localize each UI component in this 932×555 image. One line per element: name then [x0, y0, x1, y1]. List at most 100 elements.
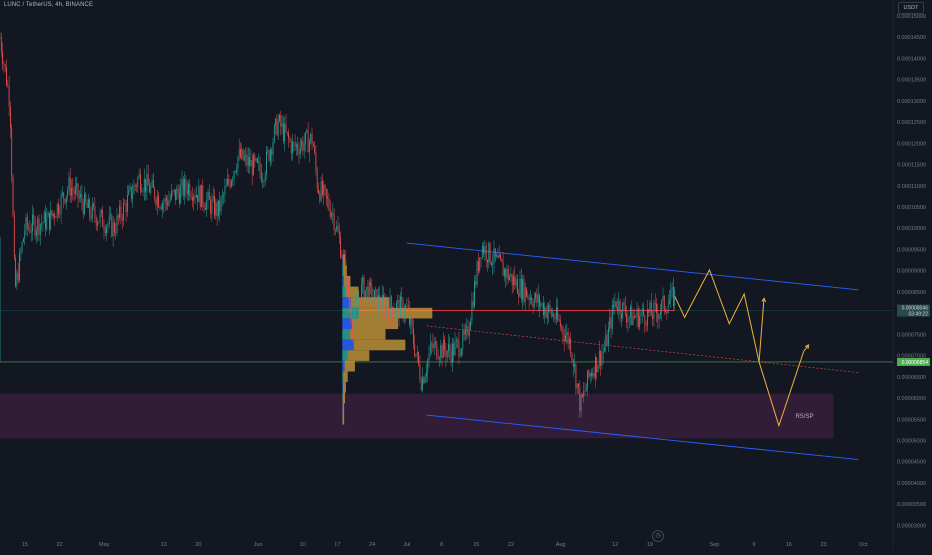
candle	[352, 322, 353, 333]
candle	[19, 253, 20, 280]
time-tick-label: 12	[612, 542, 618, 548]
candle	[10, 106, 11, 128]
candle	[365, 290, 366, 299]
candle	[409, 309, 410, 324]
candle	[189, 184, 190, 197]
candle	[498, 255, 499, 257]
candle	[312, 134, 313, 144]
candle	[500, 255, 501, 260]
candle	[195, 196, 196, 197]
clock-icon[interactable]: ◷	[652, 530, 664, 542]
price-tick-label: 0.00012000	[897, 141, 926, 147]
candle	[43, 223, 44, 224]
candle	[518, 294, 519, 297]
candle	[330, 209, 331, 217]
candle	[472, 301, 473, 321]
candle	[338, 226, 339, 232]
candle	[583, 391, 584, 397]
candle	[33, 215, 34, 220]
vp-bar-base	[342, 329, 350, 340]
candle	[256, 159, 257, 161]
candle	[56, 217, 57, 218]
candle	[265, 174, 266, 181]
candle	[650, 302, 651, 312]
time-axis[interactable]: 1522May1320Jun101724Jul81522Aug1219Sep91…	[22, 542, 868, 548]
candle	[65, 199, 66, 203]
candles	[0, 31, 675, 417]
candle	[390, 297, 391, 318]
candle	[115, 233, 116, 234]
candle	[58, 204, 59, 214]
candle	[482, 246, 483, 257]
candle	[608, 328, 609, 346]
price-chart[interactable]: RS/SP 0.000150000.000145000.000140000.00…	[0, 0, 932, 550]
candle	[69, 177, 70, 190]
candle	[260, 162, 261, 172]
candle	[596, 357, 597, 372]
candle	[401, 297, 402, 300]
candle	[360, 300, 361, 305]
currency-badge[interactable]: USDT	[898, 2, 924, 14]
candle	[277, 119, 278, 136]
candle	[434, 343, 435, 348]
candle	[672, 287, 673, 289]
candle	[404, 314, 405, 317]
symbol-title[interactable]: LUNC / TetherUS, 4h, BINANCE	[4, 2, 93, 8]
candle	[226, 185, 227, 187]
candle	[57, 204, 58, 218]
candle	[67, 190, 68, 195]
candle	[322, 181, 323, 195]
candle	[225, 187, 226, 195]
candle	[144, 179, 145, 191]
candle	[348, 279, 349, 296]
candle	[657, 313, 658, 320]
vp-bar-base	[342, 350, 347, 361]
candle	[626, 314, 627, 322]
candle	[413, 328, 414, 344]
candle	[537, 293, 538, 303]
candle	[273, 142, 274, 155]
vp-bar	[343, 265, 347, 276]
candle	[499, 255, 500, 258]
candle	[297, 144, 298, 150]
vp-bar	[345, 361, 355, 372]
candle	[661, 301, 662, 312]
candle	[306, 130, 307, 132]
candle	[66, 196, 67, 203]
candle	[188, 184, 189, 195]
candle	[61, 195, 62, 214]
candle	[550, 305, 551, 309]
candle	[119, 206, 120, 217]
vp-bar-base	[342, 308, 358, 319]
price-tick-label: 0.00009500	[897, 247, 926, 253]
candle	[313, 144, 314, 146]
candle	[171, 191, 172, 199]
price-tick-label: 0.00010000	[897, 226, 926, 232]
time-tick-label: 17	[334, 542, 340, 548]
candle	[386, 304, 387, 313]
candle	[618, 301, 619, 311]
candle	[430, 344, 431, 354]
price-tick-label: 0.00005000	[897, 438, 926, 444]
candle	[209, 192, 210, 200]
chart-area[interactable]: RS/SP 0.000150000.000145000.000140000.00…	[0, 0, 932, 550]
candle	[582, 394, 583, 396]
candle	[54, 214, 55, 218]
price-axis[interactable]: 0.000150000.000145000.000140000.00013500…	[897, 14, 926, 529]
candle	[647, 309, 648, 325]
candle	[217, 202, 218, 216]
candle	[166, 198, 167, 202]
candle	[560, 321, 561, 327]
candle	[505, 269, 506, 278]
candle	[282, 123, 283, 127]
candle	[353, 317, 354, 332]
candle	[239, 149, 240, 157]
candle	[288, 132, 289, 138]
candle	[266, 152, 267, 175]
candle	[254, 155, 255, 161]
candle	[271, 150, 272, 155]
candle	[416, 354, 417, 356]
candle	[301, 141, 302, 147]
price-tick-label: 0.00008500	[897, 290, 926, 296]
candle	[648, 309, 649, 312]
